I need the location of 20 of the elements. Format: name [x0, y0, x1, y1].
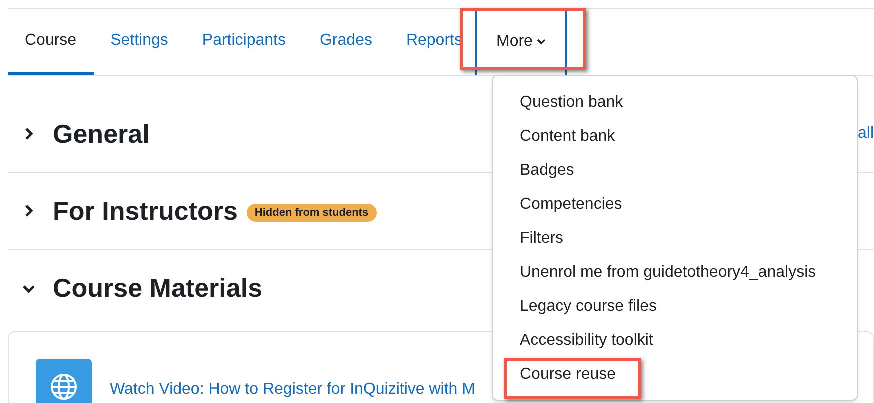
menu-item[interactable]: Legacy course files — [493, 290, 857, 324]
nav-tab[interactable]: Grades — [302, 9, 390, 75]
caret-down-icon — [536, 39, 546, 45]
nav-tab[interactable]: Participants — [185, 9, 303, 75]
menu-item[interactable]: Unenrol me from guidetotheory4_analysis — [493, 256, 857, 290]
nav-tab[interactable]: Course — [8, 9, 94, 75]
menu-item[interactable]: Accessibility toolkit — [493, 324, 857, 358]
menu-item[interactable]: Question bank — [493, 86, 857, 120]
section-title: For Instructors — [53, 194, 238, 228]
section-title: General — [53, 118, 150, 150]
menu-item[interactable]: Competencies — [493, 188, 857, 222]
nav-tab[interactable]: Settings — [94, 9, 186, 75]
section-title: Course Materials — [53, 272, 263, 305]
menu-item[interactable]: Content bank — [493, 120, 857, 154]
collapse-all-link[interactable]: all — [858, 122, 874, 146]
activity-link[interactable]: Watch Video: How to Register for InQuizitive with M — [110, 378, 476, 402]
hidden-badge: Hidden from students — [246, 204, 377, 222]
menu-item[interactable]: Filters — [493, 222, 857, 256]
menu-item[interactable]: Course reuse — [493, 358, 857, 392]
menu-item[interactable]: Badges — [493, 154, 857, 188]
